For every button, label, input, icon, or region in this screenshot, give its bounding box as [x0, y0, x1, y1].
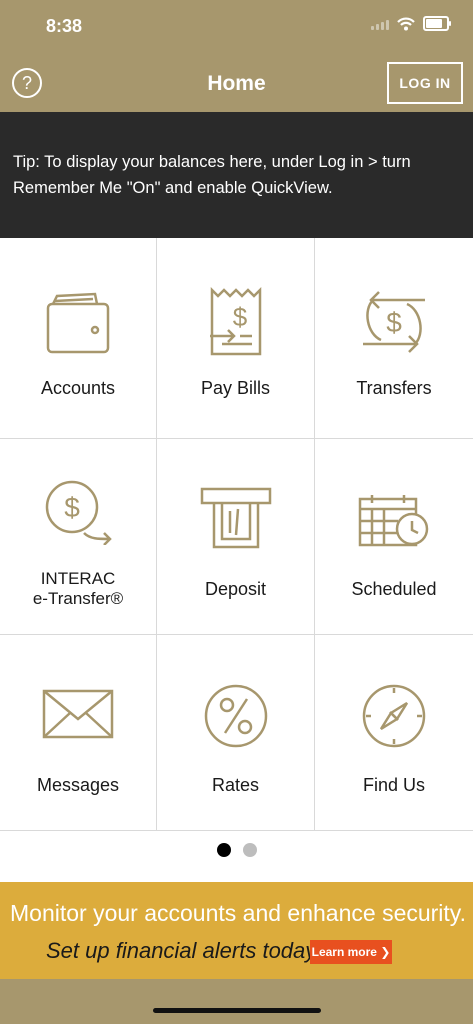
- tile-label: Deposit: [204, 579, 267, 599]
- envelope-icon: [42, 689, 114, 739]
- banner-headline: Monitor your accounts and enhance securi…: [10, 900, 466, 926]
- page-indicator: [0, 843, 473, 857]
- status-time: 8:38: [46, 16, 83, 36]
- tile-label: Rates: [211, 775, 260, 795]
- status-icons: [371, 16, 451, 31]
- tile-deposit[interactable]: Deposit: [157, 439, 315, 635]
- page-dot-active[interactable]: [216, 843, 231, 857]
- etransfer-icon: $: [45, 480, 112, 545]
- tile-label-line: e-Transfer®: [32, 589, 124, 608]
- tile-label: Find Us: [362, 775, 425, 795]
- calendar-clock-icon: [358, 495, 429, 547]
- tile-label: Scheduled: [351, 579, 437, 599]
- page-dot[interactable]: [242, 843, 257, 857]
- home-indicator[interactable]: [153, 1008, 321, 1013]
- tile-label: Pay Bills: [200, 378, 271, 398]
- transfer-icon: $: [363, 291, 425, 353]
- tile-label: Accounts: [40, 378, 116, 398]
- nav-bar: ? Home LOG IN: [0, 52, 473, 112]
- banner-subline: Set up financial alerts today.: [46, 938, 321, 963]
- tip-banner: Tip: To display your balances here, unde…: [0, 112, 473, 238]
- percent-icon: [204, 684, 267, 748]
- atm-icon: [200, 487, 271, 549]
- tile-scheduled[interactable]: Scheduled: [315, 439, 473, 635]
- wallet-icon: [46, 292, 110, 354]
- tile-transfers[interactable]: $ Transfers: [315, 238, 473, 439]
- menu-grid: Accounts $ Pay Bills $ Transfers $ INTER…: [0, 238, 473, 831]
- tile-label: INTERAC e-Transfer®: [0, 569, 156, 609]
- bill-icon: $: [209, 286, 261, 356]
- tile-accounts[interactable]: Accounts: [0, 238, 157, 439]
- svg-text:$: $: [386, 307, 402, 338]
- compass-icon: [362, 684, 426, 748]
- login-button[interactable]: LOG IN: [387, 62, 463, 104]
- battery-icon: [423, 16, 451, 31]
- svg-text:$: $: [232, 302, 247, 332]
- status-bar: 8:38: [0, 0, 473, 52]
- tile-label: Transfers: [356, 378, 432, 398]
- wifi-icon: [397, 17, 415, 30]
- tile-rates[interactable]: Rates: [157, 635, 315, 831]
- tile-messages[interactable]: Messages: [0, 635, 157, 831]
- bottom-bar: [0, 979, 473, 1024]
- tile-label: Messages: [36, 775, 120, 795]
- tile-label-line: INTERAC: [40, 569, 116, 588]
- signal-icon: [371, 18, 389, 30]
- learn-more-button[interactable]: Learn more ❯: [310, 940, 392, 964]
- tile-interac-etransfer[interactable]: $ INTERAC e-Transfer®: [0, 439, 157, 635]
- tile-find-us[interactable]: Find Us: [315, 635, 473, 831]
- tip-text: Tip: To display your balances here, unde…: [13, 153, 411, 197]
- promo-banner[interactable]: Monitor your accounts and enhance securi…: [0, 882, 473, 979]
- tile-pay-bills[interactable]: $ Pay Bills: [157, 238, 315, 439]
- svg-text:$: $: [64, 492, 80, 523]
